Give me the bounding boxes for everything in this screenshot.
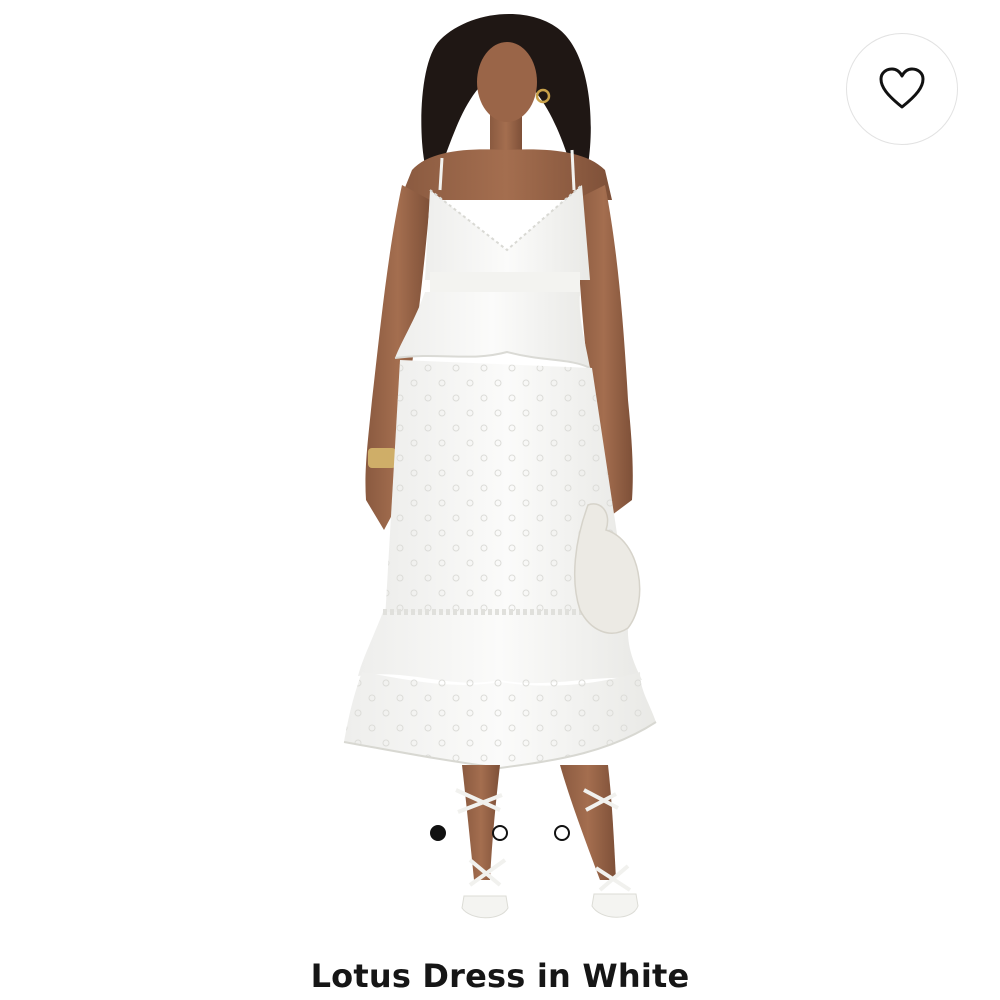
carousel-dot-3[interactable] bbox=[554, 825, 570, 841]
product-title: Lotus Dress in White bbox=[310, 957, 690, 995]
heart-outline-icon bbox=[879, 67, 925, 109]
product-page: Lotus Dress in White bbox=[0, 0, 1000, 1000]
product-image[interactable] bbox=[0, 0, 1000, 950]
wishlist-button[interactable] bbox=[846, 33, 958, 145]
carousel-pagination bbox=[0, 825, 1000, 847]
carousel-dot-2[interactable] bbox=[492, 825, 508, 841]
carousel-dot-1[interactable] bbox=[430, 825, 446, 841]
